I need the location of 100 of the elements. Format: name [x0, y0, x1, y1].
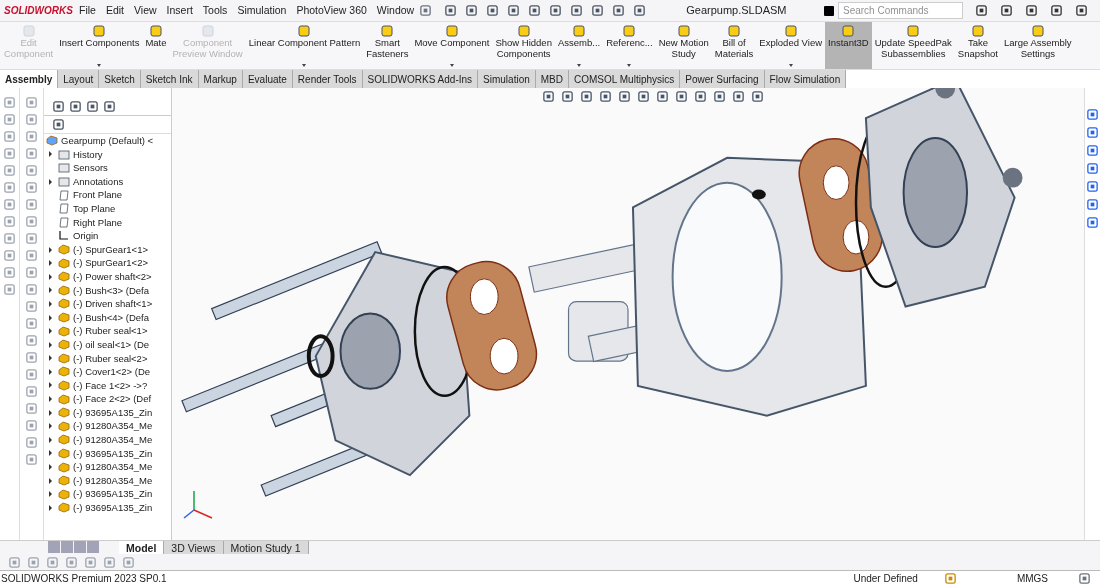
command-icon: [727, 25, 742, 37]
unit-system-text[interactable]: MMGS: [1016, 570, 1048, 585]
task-pane-icon[interactable]: [1086, 144, 1099, 157]
ribbon-command[interactable]: Bill of Materials: [711, 22, 757, 69]
tree-item[interactable]: (-) oil seal<1> (De: [73, 337, 150, 352]
ribbon-command[interactable]: Mate: [142, 22, 170, 69]
search-field[interactable]: Search Commands: [838, 2, 963, 19]
tree-item[interactable]: (-) Cover1<2> (De: [73, 365, 151, 379]
view-toolbar-icon[interactable]: [542, 90, 555, 103]
menu-item[interactable]: Simulation: [232, 2, 292, 19]
menu-item[interactable]: Window: [371, 2, 420, 19]
view-toolbar-icon[interactable]: [637, 90, 650, 103]
task-pane-icon[interactable]: [1086, 198, 1099, 211]
menu-item[interactable]: View: [129, 2, 162, 19]
ribbon-tab[interactable]: Sketch: [99, 70, 141, 88]
task-pane-icon[interactable]: [1086, 162, 1099, 175]
view-toolbar-icon[interactable]: [561, 90, 574, 103]
menu-item[interactable]: Tools: [197, 2, 233, 19]
ribbon-command[interactable]: New Motion Study: [655, 22, 712, 69]
view-toolbar-icon[interactable]: [713, 90, 726, 103]
ribbon-command[interactable]: Large Assembly Settings: [1001, 22, 1075, 69]
tree-item[interactable]: (-) Driven shaft<1>: [73, 297, 153, 311]
ribbon-tab[interactable]: Simulation: [478, 70, 536, 88]
part-icon: [58, 298, 70, 310]
tree-item[interactable]: (-) Power shaft<2>: [73, 269, 152, 284]
ribbon-tab[interactable]: Power Surfacing: [680, 70, 765, 88]
ribbon-command[interactable]: Referenc...: [603, 22, 656, 69]
view-toolbar-icon[interactable]: [751, 90, 764, 103]
part-icon: [58, 447, 70, 459]
dropdown-caret-icon: [577, 64, 582, 67]
tree-item[interactable]: (-) Ruber seal<1>: [73, 324, 148, 338]
tree-item[interactable]: (-) 93695A135_Zin: [73, 405, 153, 420]
expand-arrow-icon[interactable]: [49, 178, 52, 185]
tree-item[interactable]: (-) Bush<3> (Defa: [73, 283, 150, 298]
dropdown-caret-icon: [627, 64, 632, 67]
ribbon-command[interactable]: Assemb...: [554, 22, 604, 69]
ribbon-tab[interactable]: MBD: [535, 70, 569, 88]
tree-item[interactable]: Front Plane: [73, 188, 123, 202]
part-icon: [58, 257, 70, 269]
tree-item[interactable]: (-) SpurGear1<2>: [73, 256, 148, 270]
task-pane-icon[interactable]: [1086, 126, 1099, 139]
tree-item[interactable]: (-) 93695A135_Zin: [73, 487, 153, 502]
menu-item[interactable]: Edit: [100, 2, 129, 19]
part-icon: [58, 284, 70, 296]
ribbon-command[interactable]: Show Hidden Components: [492, 22, 555, 69]
ribbon-tab[interactable]: SOLIDWORKS Add-Ins: [362, 70, 479, 88]
ribbon-command[interactable]: Update SpeedPak Subassemblies: [871, 22, 955, 69]
menu-item[interactable]: Insert: [161, 2, 198, 19]
tree-item[interactable]: (-) Bush<4> (Defa: [73, 310, 150, 325]
ribbon-tab[interactable]: Render Tools: [292, 70, 363, 88]
task-pane-icon[interactable]: [1086, 108, 1099, 121]
tree-item[interactable]: (-) 91280A354_Me: [73, 460, 153, 474]
view-toolbar-icon[interactable]: [656, 90, 669, 103]
bottom-tab[interactable]: Motion Study 1: [223, 541, 309, 554]
tree-item[interactable]: Origin: [73, 229, 99, 243]
menu-item[interactable]: File: [74, 2, 101, 19]
command-icon: [444, 25, 459, 37]
folder-icon: [58, 148, 70, 160]
view-toolbar-icon[interactable]: [618, 90, 631, 103]
bottom-tab[interactable]: Model: [119, 541, 165, 554]
tree-item[interactable]: (-) 91280A354_Me: [73, 433, 153, 447]
ribbon-command[interactable]: Instant3D: [825, 22, 872, 69]
tree-item[interactable]: (-) Face 1<2> ->?: [73, 378, 148, 393]
tree-item[interactable]: (-) SpurGear1<1>: [73, 242, 148, 257]
ribbon-tab[interactable]: Markup: [198, 70, 243, 88]
ribbon-tab[interactable]: Evaluate: [242, 70, 293, 88]
tree-item[interactable]: Gearpump (Default) <: [61, 134, 154, 148]
ribbon-tab[interactable]: Sketch Ink: [140, 70, 199, 88]
tree-item[interactable]: Top Plane: [73, 201, 116, 216]
ribbon-command[interactable]: Exploded View: [756, 22, 826, 69]
ribbon-tab[interactable]: Layout: [58, 70, 100, 88]
ribbon-command[interactable]: Smart Fasteners: [363, 22, 412, 69]
task-pane-icon[interactable]: [1086, 216, 1099, 229]
part-icon: [58, 502, 70, 514]
plane-icon: [58, 189, 70, 201]
menu-item[interactable]: PhotoView 360: [291, 2, 372, 19]
tree-item[interactable]: History: [73, 147, 103, 162]
ribbon-command[interactable]: Take Snapshot: [954, 22, 1001, 69]
view-toolbar-icon[interactable]: [599, 90, 612, 103]
view-toolbar-icon[interactable]: [694, 90, 707, 103]
tree-item[interactable]: Annotations: [73, 174, 124, 189]
ribbon-command[interactable]: Insert Components: [56, 22, 143, 69]
tree-item[interactable]: (-) 91280A354_Me: [73, 473, 153, 488]
ribbon-command[interactable]: Linear Component Pattern: [245, 22, 364, 69]
ribbon-tab[interactable]: Flow Simulation: [764, 70, 847, 88]
tree-item[interactable]: Sensors: [73, 161, 108, 175]
tree-item[interactable]: (-) 93695A135_Zin: [73, 501, 153, 515]
tree-item[interactable]: Right Plane: [73, 215, 123, 230]
tree-item[interactable]: (-) 91280A354_Me: [73, 419, 153, 434]
view-toolbar-icon[interactable]: [732, 90, 745, 103]
bottom-tab[interactable]: 3D Views: [164, 541, 224, 554]
ribbon-tab[interactable]: COMSOL Multiphysics: [569, 70, 681, 88]
tree-item[interactable]: (-) Ruber seal<2>: [73, 351, 148, 366]
expand-arrow-icon[interactable]: [49, 151, 52, 158]
view-toolbar-icon[interactable]: [580, 90, 593, 103]
view-toolbar-icon[interactable]: [675, 90, 688, 103]
ribbon-command[interactable]: Move Component: [411, 22, 493, 69]
task-pane-icon[interactable]: [1086, 180, 1099, 193]
tree-item[interactable]: (-) 93695A135_Zin: [73, 446, 153, 461]
tree-item[interactable]: (-) Face 2<2> (Def: [73, 392, 152, 406]
